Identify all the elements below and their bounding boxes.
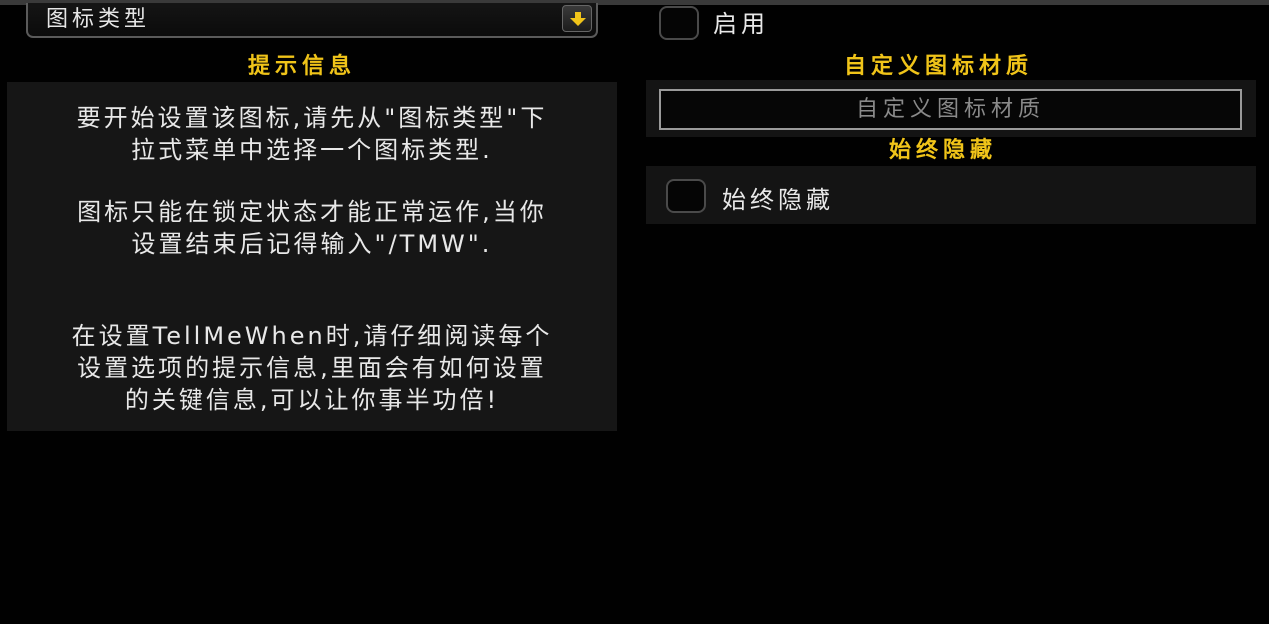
tooltip-line: 拉式菜单中选择一个图标类型. <box>131 136 493 164</box>
tooltip-info-panel: 要开始设置该图标,请先从"图标类型"下 拉式菜单中选择一个图标类型. 图标只能在… <box>7 82 617 431</box>
always-hide-label: 始终隐藏 <box>722 186 834 214</box>
always-hide-title: 始终隐藏 <box>889 138 998 163</box>
always-hide-checkbox[interactable] <box>666 179 706 213</box>
icon-type-dropdown-label: 图标类型 <box>46 7 151 32</box>
custom-texture-input[interactable] <box>659 89 1242 130</box>
tooltip-line: 要开始设置该图标,请先从"图标类型"下 <box>76 104 548 132</box>
tooltip-line: 设置选项的提示信息,里面会有如何设置 <box>77 354 547 382</box>
icon-type-dropdown[interactable]: 图标类型 <box>26 3 598 38</box>
enable-checkbox[interactable] <box>659 6 699 40</box>
tooltip-line: 的关键信息,可以让你事半功倍! <box>124 386 500 414</box>
enable-label: 启用 <box>713 10 769 38</box>
dropdown-arrow-button[interactable] <box>562 5 592 32</box>
tooltip-title: 提示信息 <box>248 54 357 79</box>
custom-texture-title: 自定义图标材质 <box>844 54 1034 79</box>
tooltip-line: 图标只能在锁定状态才能正常运作,当你 <box>77 198 547 226</box>
chevron-down-icon <box>570 12 586 26</box>
tmw-icon-config-window: 图标类型 提示信息 要开始设置该图标,请先从"图标类型"下 拉式菜单中选择一个图… <box>0 0 1269 624</box>
tooltip-line: 设置结束后记得输入"/TMW". <box>131 230 493 258</box>
tooltip-line: 在设置TellMeWhen时,请仔细阅读每个 <box>71 322 553 350</box>
